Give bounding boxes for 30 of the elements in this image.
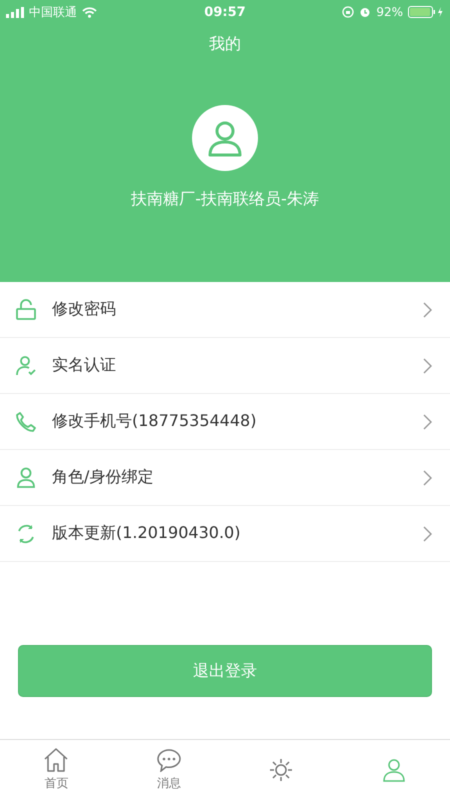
user-name: 扶南糖厂-扶南联络员-朱涛 — [131, 189, 319, 210]
phone-icon — [15, 410, 37, 432]
tab[interactable]: 首页 — [0, 740, 112, 800]
home-icon — [43, 748, 70, 772]
menu-item[interactable]: 角色/身份绑定 — [0, 450, 450, 506]
menu-item[interactable]: 修改密码 — [0, 282, 450, 338]
lock-icon — [15, 298, 37, 320]
wifi-icon — [82, 6, 97, 18]
person-check-icon — [15, 354, 37, 376]
sun-icon — [268, 758, 294, 782]
chat-bubble-icon — [156, 748, 182, 772]
battery-charging-icon — [408, 6, 444, 18]
tab[interactable]: 消息 — [112, 740, 225, 800]
alarm-icon — [359, 6, 372, 18]
chevron-icon — [423, 302, 432, 318]
signal-icon — [6, 6, 24, 18]
battery-percent: 92% — [376, 5, 403, 19]
chevron-icon — [423, 414, 432, 430]
person-icon — [15, 466, 37, 488]
person-icon — [380, 758, 407, 782]
chevron-icon — [423, 470, 432, 486]
page-title: 我的 — [209, 34, 241, 55]
menu-item[interactable]: 实名认证 — [0, 338, 450, 394]
carrier-name: 中国联通 — [29, 4, 77, 20]
menu-item[interactable]: 版本更新(1.20190430.0) — [0, 506, 450, 562]
status-time: 09:57 — [204, 4, 246, 20]
chevron-icon — [423, 358, 432, 374]
lock-rotation-icon — [342, 6, 354, 18]
chevron-icon — [423, 526, 432, 542]
menu-item[interactable]: 修改手机号(18775354448) — [0, 394, 450, 450]
